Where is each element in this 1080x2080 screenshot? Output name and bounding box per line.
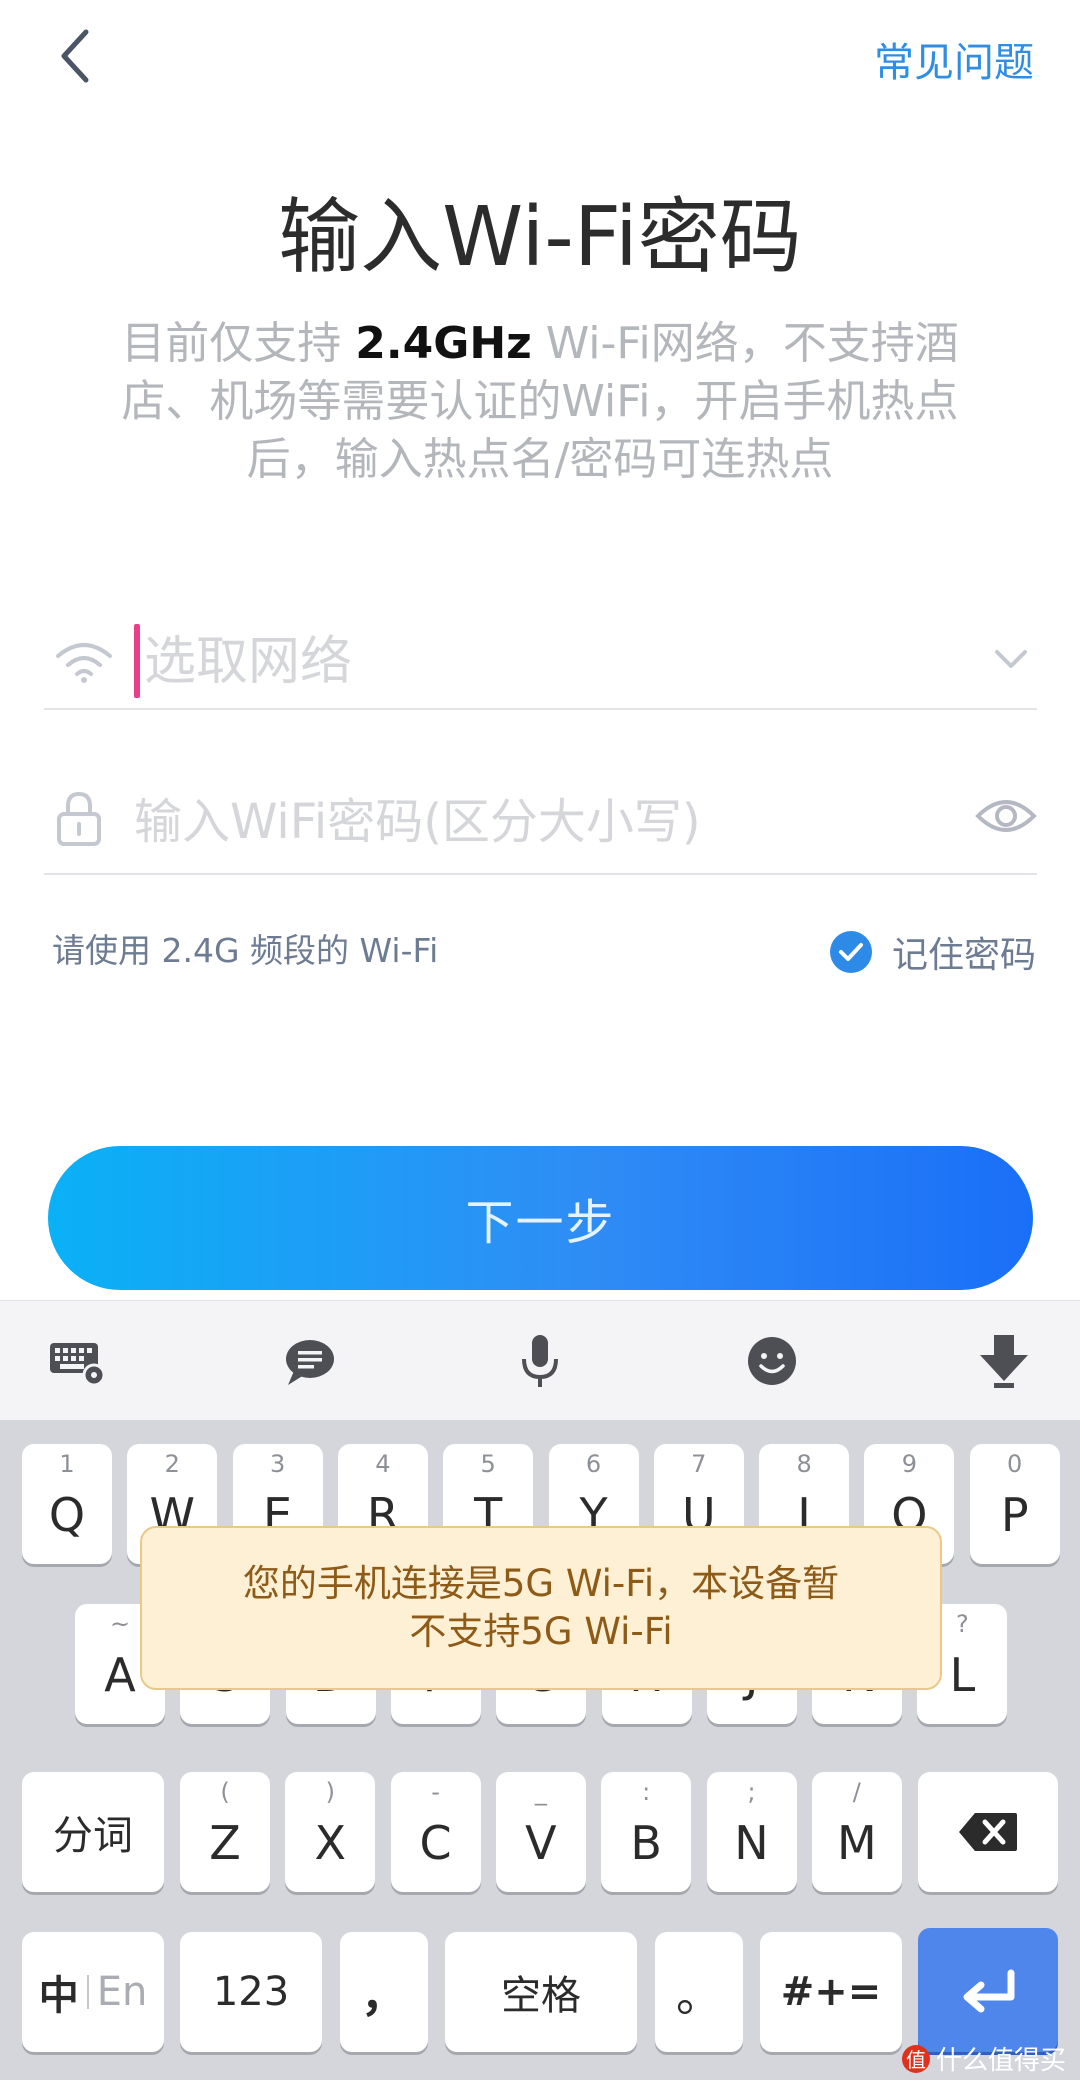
remember-password-toggle[interactable]: 记住密码: [829, 928, 1036, 976]
toast-message: 您的手机连接是5G Wi-Fi，本设备暂 不支持5G Wi-Fi: [140, 1526, 942, 1690]
keyboard-settings-icon[interactable]: [48, 1331, 108, 1391]
key-secondary-label: _: [534, 1778, 547, 1806]
key-label: V: [525, 1816, 557, 1870]
period-key-label: 。: [676, 1968, 722, 2022]
space-key[interactable]: 空格: [445, 1932, 637, 2052]
lock-icon: [57, 791, 101, 846]
key-secondary-label: 5: [480, 1450, 496, 1478]
emoji-icon[interactable]: [742, 1331, 802, 1391]
enter-key[interactable]: [918, 1928, 1058, 2052]
key-secondary-label: 3: [269, 1450, 286, 1478]
password-input[interactable]: [134, 784, 914, 860]
chat-bubble-icon[interactable]: [280, 1331, 340, 1391]
numeric-key[interactable]: 123: [180, 1932, 322, 2052]
key-secondary-label: (: [220, 1778, 230, 1806]
lang-en-label: En: [96, 1969, 148, 2015]
key-secondary-label: -: [431, 1778, 440, 1806]
key-v[interactable]: _ V: [495, 1772, 586, 1892]
watermark: 值 什么值得买: [901, 2040, 1066, 2077]
period-key[interactable]: 。: [655, 1932, 743, 2052]
network-select[interactable]: [44, 610, 1037, 710]
lang-divider: [86, 1975, 89, 2009]
remember-password-label: 记住密码: [891, 935, 1036, 976]
key-b[interactable]: :B: [601, 1772, 692, 1892]
chevron-left-icon: [61, 29, 89, 83]
wifi-icon: [56, 643, 112, 683]
key-secondary-label: 2: [164, 1450, 180, 1478]
ssid-input[interactable]: [144, 624, 904, 700]
page-description: 目前仅支持 2.4GHz Wi-Fi网络，不支持酒店、机场等需要认证的WiFi，…: [90, 315, 990, 489]
key-secondary-label: 6: [585, 1450, 602, 1478]
desc-text-1: 目前仅支持: [121, 318, 356, 369]
numeric-key-label: 123: [212, 1969, 290, 2015]
key-label: L: [949, 1648, 976, 1702]
key-label: A: [104, 1648, 136, 1702]
key-m[interactable]: / M: [811, 1772, 902, 1892]
segment-key[interactable]: 分词: [22, 1772, 164, 1892]
key-secondary-label: 4: [375, 1450, 391, 1478]
password-field[interactable]: [44, 770, 1037, 875]
comma-key[interactable]: ，: [340, 1932, 428, 2052]
watermark-text: 什么值得买: [935, 2046, 1066, 2076]
key-label: C: [419, 1816, 452, 1870]
symbol-key-label: #+=: [780, 1969, 882, 2015]
symbol-key[interactable]: #+=: [760, 1932, 902, 2052]
key-secondary-label: /: [852, 1778, 861, 1806]
key-q[interactable]: 1Q: [22, 1444, 112, 1564]
key-secondary-label: 9: [901, 1450, 918, 1478]
chevron-down-icon[interactable]: [991, 646, 1031, 672]
keyboard-toolbar: [0, 1300, 1080, 1420]
microphone-icon[interactable]: [510, 1331, 570, 1391]
checkbox-checked-icon[interactable]: [829, 931, 872, 973]
key-secondary-label: ): [325, 1778, 335, 1806]
back-button[interactable]: [50, 22, 110, 92]
key-x[interactable]: ) X: [285, 1772, 376, 1892]
segment-key-label: 分词: [53, 1813, 133, 1859]
key-secondary-label: :: [642, 1778, 651, 1806]
space-key-label: 空格: [501, 1973, 581, 2019]
key-p[interactable]: 0P: [969, 1444, 1060, 1564]
faq-link[interactable]: 常见问题: [874, 30, 1034, 88]
key-secondary-label: 1: [59, 1450, 75, 1478]
key-label: Q: [48, 1488, 86, 1542]
page-title: 输入Wi-Fi密码: [278, 190, 802, 285]
lang-zh-label: 中: [38, 1973, 79, 2019]
key-z[interactable]: (Z: [180, 1772, 270, 1892]
toast-line-2: 不支持5G Wi-Fi: [409, 1610, 673, 1653]
key-secondary-label: 0: [1007, 1450, 1023, 1478]
key-label: X: [314, 1816, 347, 1870]
hide-keyboard-icon[interactable]: [974, 1331, 1034, 1391]
key-c[interactable]: -C: [390, 1772, 481, 1892]
watermark-logo: 值: [901, 2044, 930, 2073]
text-cursor: [134, 624, 140, 698]
backspace-icon: [959, 1813, 1017, 1851]
key-n[interactable]: ; N: [706, 1772, 797, 1892]
next-step-button[interactable]: 下一步: [48, 1146, 1033, 1290]
backspace-key[interactable]: [918, 1772, 1058, 1892]
key-secondary-label: ;: [747, 1778, 756, 1806]
key-secondary-label: 8: [796, 1450, 812, 1478]
keyboard: 1Q2W3E4R5T6Y7U8I9O0P ~ASDFGHJK?L (Z)X-C_…: [0, 1420, 1080, 2080]
language-switch-key[interactable]: 中 En: [22, 1932, 164, 2052]
comma-key-label: ，: [361, 1968, 407, 2022]
key-label: M: [836, 1816, 877, 1870]
eye-icon[interactable]: [975, 792, 1037, 840]
desc-band: 2.4GHz: [355, 318, 532, 369]
key-label: N: [734, 1816, 769, 1870]
key-secondary-label: 7: [691, 1450, 707, 1478]
key-label: B: [630, 1816, 662, 1870]
band-hint: 请使用 2.4G 频段的 Wi-Fi: [52, 931, 439, 970]
toast-line-1: 您的手机连接是5G Wi-Fi，本设备暂: [242, 1562, 840, 1605]
enter-arrow-icon: [963, 1969, 1015, 2013]
key-label: Z: [209, 1816, 241, 1870]
key-label: P: [1000, 1488, 1029, 1542]
